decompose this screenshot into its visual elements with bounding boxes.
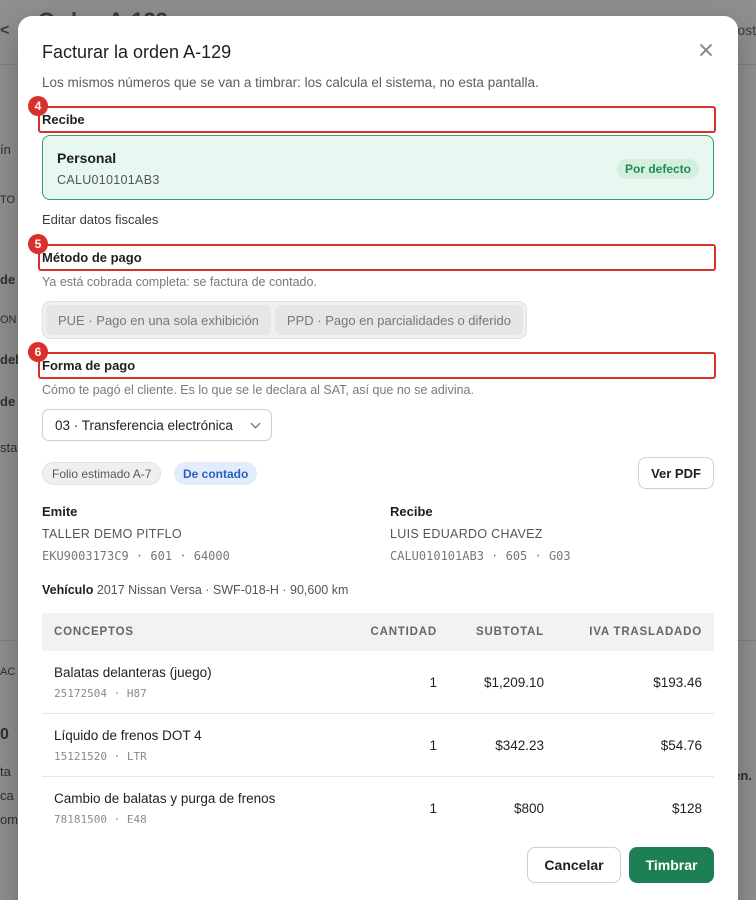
- table-header: CONCEPTOS CANTIDAD SUBTOTAL IVA TRASLADA…: [42, 613, 714, 651]
- column-header-quantity: CANTIDAD: [370, 626, 437, 638]
- annotation-badge-6: 6: [28, 342, 48, 362]
- concept-quantity: 1: [429, 674, 437, 690]
- column-header-concepts: CONCEPTOS: [54, 626, 134, 638]
- annotation-box-4: [38, 106, 716, 133]
- annotation-box-6: [38, 352, 716, 379]
- background-fragment: 0: [0, 726, 9, 743]
- concept-iva: $128: [671, 800, 702, 816]
- receptor-name: LUIS EDUARDO CHAVEZ: [390, 527, 543, 541]
- payment-form-value: 03 · Transferencia electrónica: [55, 417, 233, 433]
- concept-subtotal: $1,209.10: [483, 674, 544, 690]
- background-fragment: om: [0, 812, 19, 827]
- column-header-subtotal: SUBTOTAL: [476, 626, 544, 638]
- concept-description: Líquido de frenos DOT 4: [54, 727, 202, 743]
- emisor-heading: Emite: [42, 504, 78, 519]
- background-fragment: ON: [0, 314, 17, 326]
- concept-code: 15121520 · LTR: [54, 749, 147, 763]
- default-badge: Por defecto: [616, 159, 699, 179]
- payment-form-select[interactable]: 03 · Transferencia electrónica: [42, 409, 272, 441]
- emisor-name: TALLER DEMO PITFLO: [42, 527, 182, 541]
- contado-badge: De contado: [174, 462, 258, 485]
- forma-help: Cómo te pagó el cliente. Es lo que se le…: [42, 383, 474, 397]
- stamp-invoice-button[interactable]: Timbrar: [629, 847, 714, 883]
- table-row: Líquido de frenos DOT 4 15121520 · LTR 1…: [42, 714, 714, 777]
- concept-iva: $193.46: [653, 674, 702, 690]
- annotation-badge-5: 5: [28, 234, 48, 254]
- concept-iva: $54.76: [660, 737, 702, 753]
- receptor-block: Recibe LUIS EDUARDO CHAVEZ CALU010101AB3…: [390, 504, 571, 563]
- fiscal-profile-name: Personal: [57, 150, 117, 166]
- receptor-heading: Recibe: [390, 504, 433, 519]
- recibe-label: Recibe: [42, 112, 85, 127]
- concept-quantity: 1: [429, 737, 437, 753]
- receptor-meta: CALU010101AB3 · 605 · G03: [390, 549, 571, 563]
- table-row: Balatas delanteras (juego) 25172504 · H8…: [42, 651, 714, 714]
- concept-subtotal: $800: [513, 800, 544, 816]
- payment-method-ppd[interactable]: PPD · Pago en parcialidades o diferido: [274, 305, 523, 335]
- concepts-table: CONCEPTOS CANTIDAD SUBTOTAL IVA TRASLADA…: [42, 613, 714, 840]
- emisor-meta: EKU9003173C9 · 601 · 64000: [42, 549, 230, 563]
- chevron-down-icon: [250, 418, 261, 428]
- concept-quantity: 1: [429, 800, 437, 816]
- cancel-button[interactable]: Cancelar: [527, 847, 621, 883]
- concept-subtotal: $342.23: [495, 737, 544, 753]
- background-right-text: ost: [737, 22, 756, 38]
- close-icon[interactable]: [698, 42, 714, 58]
- view-pdf-button[interactable]: Ver PDF: [638, 457, 714, 489]
- modal-title: Facturar la orden A-129: [42, 42, 232, 62]
- emisor-block: Emite TALLER DEMO PITFLO EKU9003173C9 · …: [42, 504, 230, 563]
- background-fragment: de: [0, 394, 16, 409]
- background-fragment: del: [0, 352, 19, 367]
- vehicle-label: Vehículo: [42, 583, 94, 597]
- fiscal-profile-card[interactable]: Personal CALU010101AB3 Por defecto: [42, 135, 714, 200]
- vehicle-line: Vehículo 2017 Nissan Versa · SWF-018-H ·…: [42, 583, 348, 597]
- fiscal-profile-rfc: CALU010101AB3: [57, 173, 160, 187]
- concept-description: Cambio de balatas y purga de frenos: [54, 790, 276, 806]
- background-fragment: AC: [0, 666, 16, 678]
- modal-subtitle: Los mismos números que se van a timbrar:…: [42, 75, 539, 90]
- invoice-modal: Facturar la orden A-129 Los mismos númer…: [18, 16, 738, 900]
- metodo-label: Método de pago: [42, 250, 142, 265]
- payment-method-pue[interactable]: PUE · Pago en una sola exhibición: [46, 305, 271, 335]
- concept-description: Balatas delanteras (juego): [54, 664, 212, 680]
- background-fragment: ta: [0, 764, 11, 779]
- back-chevron-icon: <: [0, 22, 10, 39]
- vehicle-value: 2017 Nissan Versa · SWF-018-H · 90,600 k…: [96, 583, 349, 597]
- background-fragment: de: [0, 272, 16, 287]
- edit-fiscal-data-link[interactable]: Editar datos fiscales: [42, 212, 158, 227]
- metodo-help: Ya está cobrada completa: se factura de …: [42, 275, 317, 289]
- background-fragment: ca: [0, 788, 14, 803]
- background-fragment: TO: [0, 194, 16, 206]
- background-fragment: ín: [0, 142, 11, 157]
- background-fragment: sta: [0, 440, 18, 455]
- column-header-iva: IVA TRASLADADO: [589, 626, 702, 638]
- concept-code: 25172504 · H87: [54, 686, 147, 700]
- payment-method-segmented: PUE · Pago en una sola exhibición PPD · …: [42, 301, 527, 339]
- annotation-badge-4: 4: [28, 96, 48, 116]
- forma-label: Forma de pago: [42, 358, 136, 373]
- folio-chip: Folio estimado A-7: [42, 462, 162, 485]
